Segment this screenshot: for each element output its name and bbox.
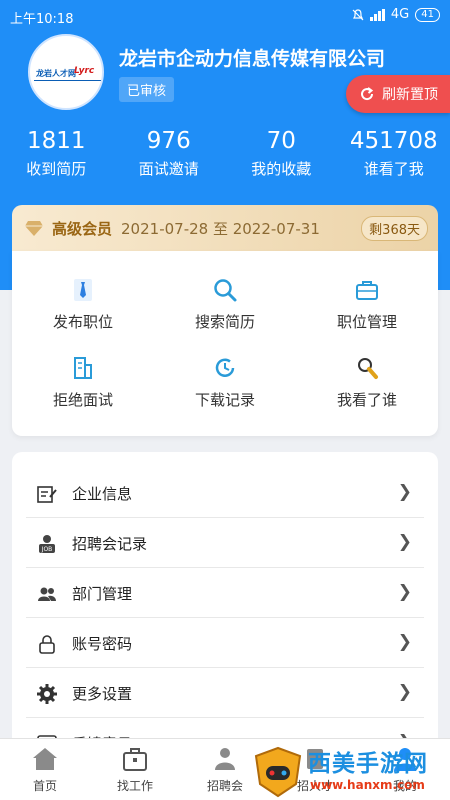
stat-viewers[interactable]: 451708 谁看了我	[338, 128, 450, 179]
settings-menu: 企业信息 ❯ JOB 招聘会记录 ❯ 部门管理 ❯ 账号密码 ❯ 更多设置 ❯ …	[12, 452, 438, 752]
status-icons: 4G 41	[352, 7, 440, 22]
grid-label: 下载记录	[194, 391, 255, 409]
briefcase-icon	[123, 748, 147, 771]
verified-badge: 已审核	[119, 77, 175, 102]
watermark-url: www.hanxm.com	[310, 778, 425, 792]
tab-find-job[interactable]: 找工作	[90, 739, 180, 800]
menu-label: 招聘会记录	[72, 535, 148, 553]
grid-item-download-records[interactable]: 下载记录	[154, 355, 296, 410]
stat-label: 面试邀请	[138, 160, 199, 178]
menu-item-job-fair-records[interactable]: JOB 招聘会记录 ❯	[12, 518, 438, 568]
watermark-text: 西美手游网	[308, 751, 428, 777]
magnifier-person-icon	[358, 358, 378, 379]
refresh-label: 刷新置顶	[382, 87, 438, 103]
grid-item-who-i-viewed[interactable]: 我看了谁	[296, 355, 438, 410]
job-icon: JOB	[39, 535, 55, 553]
company-name: 龙岩市企动力信息传媒有限公司	[119, 48, 386, 70]
gear-icon	[37, 684, 57, 704]
tab-label: 首页	[32, 779, 57, 793]
signal-icon	[369, 8, 385, 21]
grid-label: 拒绝面试	[52, 391, 113, 409]
chevron-right-icon: ❯	[397, 482, 412, 502]
clock-icon	[215, 358, 235, 377]
watermark-logo-icon	[254, 746, 302, 798]
edit-doc-icon	[37, 486, 57, 503]
grid-item-job-manage[interactable]: 职位管理	[296, 277, 438, 332]
menu-item-company-info[interactable]: 企业信息 ❯	[12, 468, 438, 518]
people-icon	[38, 587, 56, 601]
refresh-icon	[361, 87, 374, 101]
mute-icon	[352, 8, 364, 20]
stat-resumes[interactable]: 1811 收到简历	[0, 128, 113, 179]
logo-line	[34, 80, 102, 81]
menu-label: 更多设置	[72, 685, 133, 703]
logo-text-en: Lyrc	[74, 66, 95, 76]
chevron-right-icon: ❯	[397, 632, 412, 652]
status-time: 上午10:18	[10, 12, 74, 27]
diamond-icon	[25, 221, 43, 236]
grid-label: 发布职位	[52, 313, 113, 331]
stat-favorites[interactable]: 70 我的收藏	[225, 128, 338, 179]
menu-item-more-settings[interactable]: 更多设置 ❯	[12, 668, 438, 718]
lock-icon	[39, 635, 55, 654]
menu-item-account-password[interactable]: 账号密码 ❯	[12, 618, 438, 668]
briefcase-icon	[356, 281, 378, 300]
stat-invitations[interactable]: 976 面试邀请	[113, 128, 226, 179]
grid-item-reject-interview[interactable]: 拒绝面试	[12, 355, 154, 410]
vip-dates: 2021-07-28 至 2022-07-31	[121, 219, 320, 238]
chevron-right-icon: ❯	[397, 582, 412, 602]
stat-value: 451708	[349, 128, 438, 154]
tie-icon	[74, 279, 92, 301]
stat-value: 1811	[26, 128, 86, 154]
grid-item-search-resume[interactable]: 搜索简历	[154, 277, 296, 332]
stat-label: 我的收藏	[251, 160, 312, 178]
tab-home[interactable]: 首页	[0, 739, 90, 800]
svg-text:JOB: JOB	[41, 546, 53, 553]
menu-label: 账号密码	[72, 635, 133, 653]
function-grid: 发布职位 搜索简历 职位管理 拒绝面试 下载记录 我看了谁	[12, 251, 438, 436]
grid-label: 职位管理	[336, 313, 397, 331]
menu-label: 部门管理	[72, 585, 133, 603]
refresh-top-button[interactable]: 刷新置顶	[346, 75, 450, 113]
grid-item-post-job[interactable]: 发布职位	[12, 277, 154, 332]
people-icon	[215, 748, 235, 770]
company-logo[interactable]: 龙岩人才网 Lyrc	[28, 34, 104, 110]
vip-title: 高级会员	[52, 219, 113, 238]
watermark: 西美手游网 www.hanxm.com	[252, 744, 448, 800]
home-icon	[33, 748, 57, 770]
building-icon	[74, 357, 92, 379]
logo-text-cn: 龙岩人才网	[36, 69, 76, 78]
battery-icon: 41	[415, 7, 440, 22]
chevron-right-icon: ❯	[397, 682, 412, 702]
vip-membership-bar[interactable]: 高级会员 2021-07-28 至 2022-07-31 剩368天	[12, 205, 438, 251]
stat-label: 收到简历	[26, 160, 87, 178]
stat-value: 70	[266, 128, 296, 154]
stat-label: 谁看了我	[363, 160, 424, 178]
tab-label: 找工作	[116, 779, 153, 793]
vip-remaining-badge: 剩368天	[361, 215, 428, 241]
grid-label: 搜索简历	[194, 313, 255, 331]
grid-label: 我看了谁	[336, 391, 397, 409]
stats-row: 1811 收到简历 976 面试邀请 70 我的收藏 451708 谁看了我	[0, 128, 450, 179]
stat-value: 976	[146, 128, 191, 154]
chevron-right-icon: ❯	[397, 532, 412, 552]
status-bar: 上午10:18 4G 41	[0, 0, 450, 32]
network-type: 4G	[390, 7, 410, 22]
menu-item-department[interactable]: 部门管理 ❯	[12, 568, 438, 618]
search-icon	[214, 279, 237, 302]
menu-label: 企业信息	[72, 485, 133, 503]
